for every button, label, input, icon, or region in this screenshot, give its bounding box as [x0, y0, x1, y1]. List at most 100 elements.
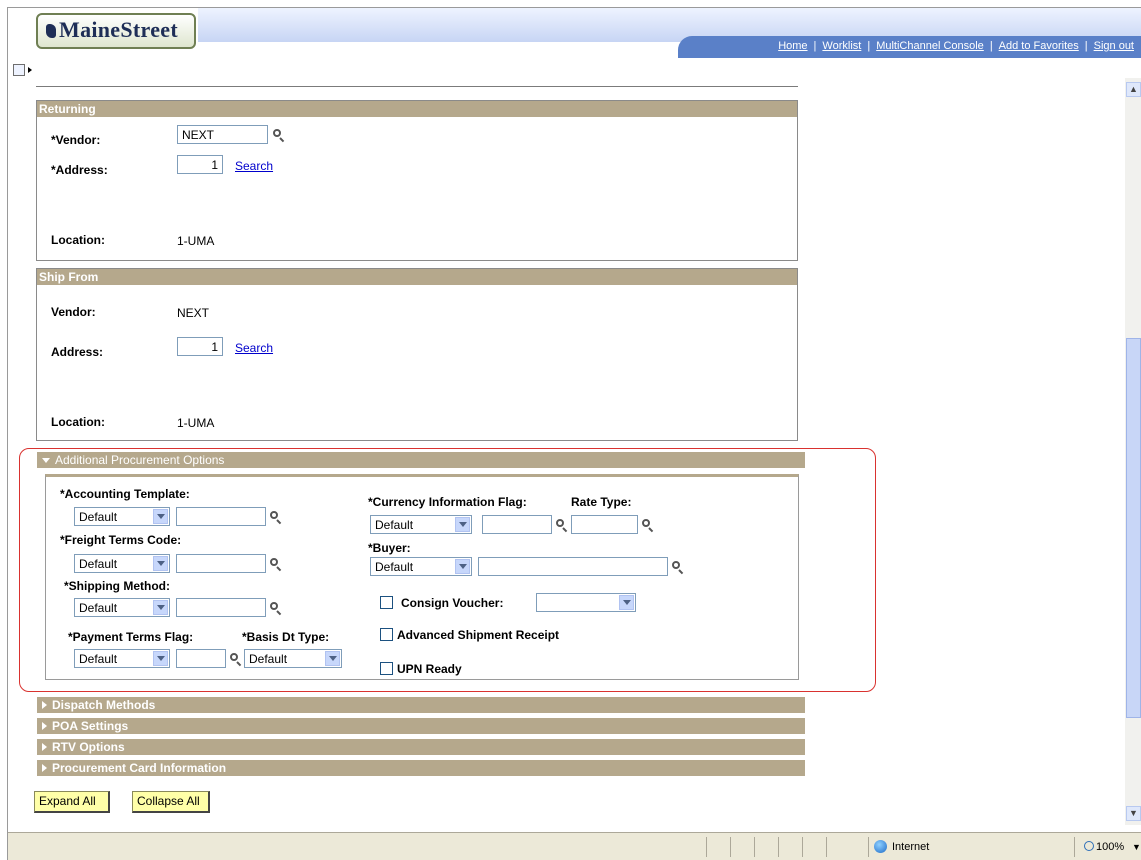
nav-multichannel-link[interactable]: MultiChannel Console — [876, 40, 984, 52]
shipping-method-input[interactable] — [176, 598, 266, 617]
status-divider — [802, 837, 803, 857]
expand-triangle-icon — [42, 722, 47, 730]
chevron-down-icon — [455, 559, 470, 574]
payment-terms-lookup-icon[interactable] — [230, 653, 242, 667]
returning-location-value: 1-UMA — [177, 234, 215, 248]
payment-terms-select[interactable]: Default — [74, 649, 170, 668]
accounting-template-input[interactable] — [176, 507, 266, 526]
poa-settings-title: POA Settings — [52, 719, 129, 733]
buyer-value: Default — [375, 560, 414, 574]
ship-from-address-label: Address: — [51, 345, 104, 359]
currency-flag-select[interactable]: Default — [370, 515, 472, 534]
browser-frame: MaineStreet Home | Worklist | MultiChannel C… — [7, 7, 1141, 860]
status-zoom[interactable]: 100% — [1096, 841, 1124, 853]
expand-triangle-icon — [42, 764, 47, 772]
scrollbar-thumb[interactable] — [1126, 338, 1141, 718]
freight-terms-label: *Freight Terms Code: — [60, 533, 182, 547]
basis-dt-label: *Basis Dt Type: — [242, 630, 330, 644]
currency-lookup-icon[interactable] — [556, 519, 568, 533]
freight-terms-lookup-icon[interactable] — [270, 558, 282, 572]
status-divider — [868, 837, 869, 857]
asr-label: Advanced Shipment Receipt — [397, 628, 560, 642]
menu-toggle-icon[interactable] — [13, 64, 25, 76]
apo-header[interactable]: Additional Procurement Options — [37, 452, 805, 468]
procurement-card-header[interactable]: Procurement Card Information — [37, 760, 805, 776]
ship-from-section: Ship From Vendor: NEXT Address: 1 Search… — [36, 268, 798, 441]
returning-vendor-label: *Vendor: — [51, 133, 101, 147]
nav-worklist-link[interactable]: Worklist — [822, 40, 861, 52]
vertical-scrollbar[interactable]: ▲ ▼ — [1125, 78, 1141, 825]
returning-vendor-input[interactable]: NEXT — [177, 125, 268, 144]
freight-terms-value: Default — [79, 557, 118, 571]
shipping-method-value: Default — [79, 601, 118, 615]
ship-from-vendor-label: Vendor: — [51, 305, 96, 319]
expand-triangle-icon — [42, 743, 47, 751]
rate-type-lookup-icon[interactable] — [642, 519, 654, 533]
ship-from-location-value: 1-UMA — [177, 416, 215, 430]
upn-ready-checkbox[interactable] — [380, 662, 393, 675]
returning-location-label: Location: — [51, 233, 105, 247]
expand-triangle-icon — [42, 701, 47, 709]
buyer-input[interactable] — [478, 557, 668, 576]
scroll-down-button[interactable]: ▼ — [1126, 806, 1141, 821]
accounting-template-lookup-icon[interactable] — [270, 511, 282, 525]
poa-settings-header[interactable]: POA Settings — [37, 718, 805, 734]
chevron-down-icon — [153, 509, 168, 524]
nav-signout-link[interactable]: Sign out — [1094, 40, 1134, 52]
basis-dt-select[interactable]: Default — [244, 649, 342, 668]
collapse-triangle-icon — [42, 458, 50, 463]
nav-home-link[interactable]: Home — [778, 40, 807, 52]
accounting-template-select[interactable]: Default — [74, 507, 170, 526]
header: MaineStreet Home | Worklist | MultiChannel C… — [8, 8, 1141, 64]
currency-input[interactable] — [482, 515, 552, 534]
nav-separator: | — [1084, 40, 1088, 52]
asr-checkbox[interactable] — [380, 628, 393, 641]
maine-state-icon — [46, 24, 56, 38]
nav-separator: | — [867, 40, 871, 52]
shipping-method-label: *Shipping Method: — [64, 579, 170, 593]
vendor-lookup-icon[interactable] — [273, 129, 285, 143]
buyer-lookup-icon[interactable] — [672, 561, 684, 575]
status-divider — [1074, 837, 1075, 857]
ship-from-address-search-link[interactable]: Search — [235, 341, 273, 355]
scroll-up-button[interactable]: ▲ — [1126, 82, 1141, 97]
status-divider — [754, 837, 755, 857]
buyer-label: *Buyer: — [368, 541, 411, 555]
freight-terms-input[interactable] — [176, 554, 266, 573]
returning-address-input[interactable]: 1 — [177, 155, 223, 174]
accounting-template-value: Default — [79, 510, 118, 524]
zoom-icon[interactable] — [1084, 841, 1094, 851]
zoom-dropdown-icon[interactable]: ▼ — [1132, 842, 1141, 852]
consign-voucher-label: Consign Voucher: — [401, 596, 504, 610]
logo-text: MaineStreet — [59, 17, 178, 42]
expand-arrow-icon[interactable] — [28, 67, 32, 73]
chevron-down-icon — [619, 595, 634, 610]
procurement-card-title: Procurement Card Information — [52, 761, 227, 775]
collapse-all-button[interactable]: Collapse All — [132, 791, 210, 813]
ship-from-location-label: Location: — [51, 415, 105, 429]
ship-from-vendor-value: NEXT — [177, 306, 210, 320]
nav-favorites-link[interactable]: Add to Favorites — [999, 40, 1079, 52]
status-divider — [826, 837, 827, 857]
shipping-method-lookup-icon[interactable] — [270, 602, 282, 616]
expand-all-button[interactable]: Expand All — [34, 791, 110, 813]
shipping-method-select[interactable]: Default — [74, 598, 170, 617]
returning-address-search-link[interactable]: Search — [235, 159, 273, 173]
dispatch-methods-header[interactable]: Dispatch Methods — [37, 697, 805, 713]
chevron-down-icon — [153, 651, 168, 666]
payment-terms-input[interactable] — [176, 649, 226, 668]
rtv-options-title: RTV Options — [52, 740, 125, 754]
rate-type-input[interactable] — [571, 515, 638, 534]
rtv-options-header[interactable]: RTV Options — [37, 739, 805, 755]
consign-voucher-select[interactable] — [536, 593, 636, 612]
ship-from-address-input[interactable]: 1 — [177, 337, 223, 356]
dispatch-methods-title: Dispatch Methods — [52, 698, 156, 712]
status-divider — [706, 837, 707, 857]
consign-voucher-checkbox[interactable] — [380, 596, 393, 609]
freight-terms-select[interactable]: Default — [74, 554, 170, 573]
apo-panel: *Accounting Template: Default *Freight T… — [45, 474, 799, 680]
currency-flag-label: *Currency Information Flag: — [368, 495, 527, 509]
internet-globe-icon — [874, 840, 887, 853]
buyer-select[interactable]: Default — [370, 557, 472, 576]
apo-title: Additional Procurement Options — [55, 453, 225, 467]
